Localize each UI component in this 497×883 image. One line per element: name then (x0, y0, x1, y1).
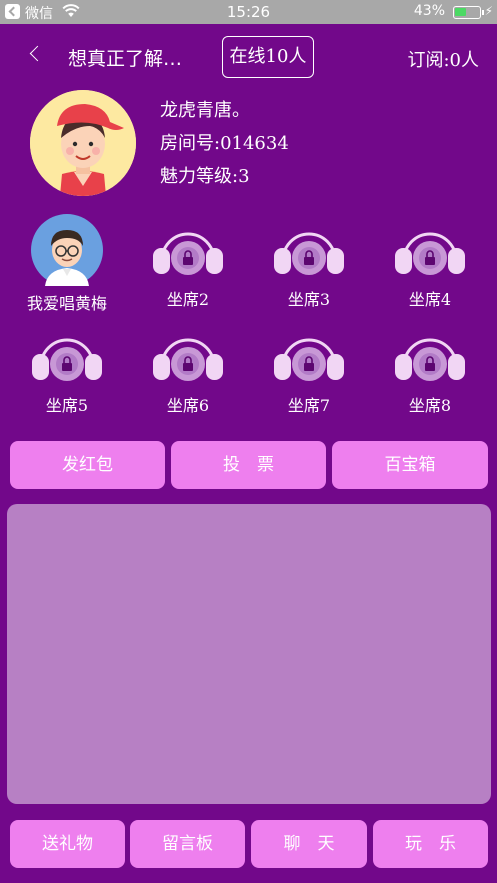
seat-8[interactable]: 坐席8 (375, 328, 485, 428)
play-button[interactable]: 玩 乐 (373, 820, 488, 868)
seat-label: 坐席8 (408, 396, 452, 415)
status-bar: 微信 15:26 43% ⚡ (0, 0, 497, 24)
seat-label: 坐席2 (166, 290, 210, 309)
treasure-box-button[interactable]: 百宝箱 (332, 441, 488, 489)
message-board-button[interactable]: 留言板 (130, 820, 245, 868)
charging-icon: ⚡ (484, 4, 493, 18)
host-avatar[interactable] (30, 90, 136, 196)
seat-1[interactable]: 我爱唱黄梅 (12, 214, 122, 314)
battery-percent: 43% (413, 3, 445, 19)
seat-2[interactable]: 坐席2 (133, 222, 243, 322)
seat-label: 坐席5 (45, 396, 89, 415)
headphone-lock-icon (152, 222, 224, 294)
battery-icon (453, 6, 484, 19)
room-header: 想真正了解… 在线10人 订阅:0人 (0, 24, 497, 90)
chat-button[interactable]: 聊 天 (251, 820, 367, 868)
seat-label: 我爱唱黄梅 (26, 294, 107, 313)
back-icon[interactable] (28, 46, 44, 62)
seat-label: 坐席6 (166, 396, 210, 415)
seat-4[interactable]: 坐席4 (375, 222, 485, 322)
seat-7[interactable]: 坐席7 (254, 328, 364, 428)
headphone-lock-icon (273, 222, 345, 294)
seat-label: 坐席4 (408, 290, 452, 309)
subscribe-count[interactable]: 订阅:0人 (407, 46, 479, 72)
red-packet-button[interactable]: 发红包 (10, 441, 165, 489)
seat-label: 坐席3 (287, 290, 331, 309)
host-name: 龙虎青唐。 (160, 100, 250, 121)
vote-button[interactable]: 投 票 (171, 441, 326, 489)
message-panel[interactable] (7, 504, 491, 804)
charm-level: 魅力等级:3 (160, 166, 250, 187)
room-number: 房间号:014634 (160, 133, 289, 154)
headphone-lock-icon (31, 328, 103, 400)
headphone-lock-icon (152, 328, 224, 400)
seat-user-avatar (31, 214, 103, 286)
send-gift-button[interactable]: 送礼物 (10, 820, 125, 868)
headphone-lock-icon (394, 222, 466, 294)
online-count-button[interactable]: 在线10人 (222, 36, 314, 78)
headphone-lock-icon (273, 328, 345, 400)
seat-3[interactable]: 坐席3 (254, 222, 364, 322)
seat-5[interactable]: 坐席5 (12, 328, 122, 428)
host-info: 龙虎青唐。 房间号:014634 魅力等级:3 (160, 94, 289, 193)
seat-6[interactable]: 坐席6 (133, 328, 243, 428)
room-title: 想真正了解… (68, 48, 183, 70)
seat-label: 坐席7 (287, 396, 331, 415)
headphone-lock-icon (394, 328, 466, 400)
